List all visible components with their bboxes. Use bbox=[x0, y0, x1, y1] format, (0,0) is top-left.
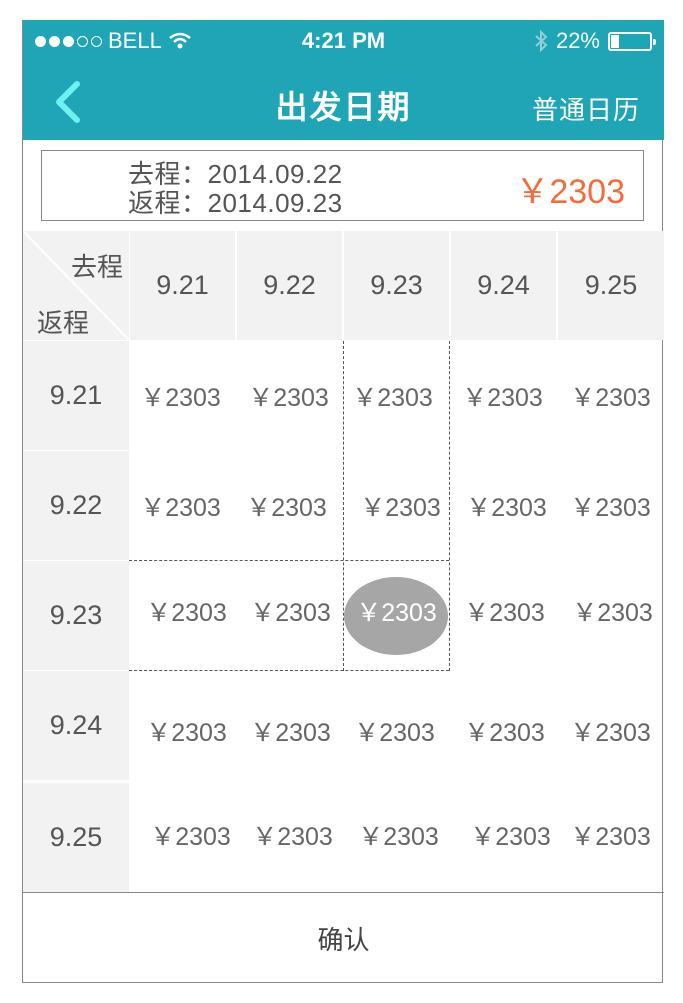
regular-calendar-button[interactable]: 普通日历 bbox=[532, 90, 640, 127]
col-header: 9.22 bbox=[237, 231, 342, 340]
price-cell[interactable]: ￥2303 bbox=[137, 780, 244, 889]
price-cell[interactable]: ￥2303 bbox=[133, 676, 240, 785]
phone-screen: BELL 4:21 PM 22% 出发日期 普通日历 去程：2014.09.22… bbox=[22, 20, 666, 983]
col-header: 9.21 bbox=[130, 231, 235, 340]
corner-return-label: 返程 bbox=[37, 308, 90, 338]
price-cell[interactable]: ￥2303 bbox=[341, 676, 448, 785]
price-cell[interactable]: ￥2303 bbox=[237, 676, 344, 785]
price-cell[interactable]: ￥2303 bbox=[339, 341, 446, 450]
price-cell[interactable]: ￥2303 bbox=[239, 780, 346, 889]
nav-bar: 出发日期 普通日历 bbox=[23, 60, 664, 140]
price-cell[interactable]: ￥2303 bbox=[457, 780, 564, 889]
row-header: 9.21 bbox=[23, 341, 129, 450]
selection-guide bbox=[129, 670, 449, 671]
price-cell[interactable]: ￥2303 bbox=[127, 341, 234, 450]
row-header: 9.23 bbox=[23, 561, 129, 670]
col-header: 9.25 bbox=[558, 231, 664, 340]
price-cell[interactable]: ￥2303 bbox=[557, 341, 664, 450]
price-cell-selected[interactable]: ￥2303 bbox=[343, 556, 450, 665]
price-cell[interactable]: ￥2303 bbox=[347, 451, 454, 560]
trip-summary: 去程：2014.09.22 返程：2014.09.23 ￥2303 bbox=[41, 150, 644, 221]
price-cell[interactable]: ￥2303 bbox=[451, 676, 558, 785]
row-header: 9.24 bbox=[23, 671, 129, 780]
price-cell[interactable]: ￥2303 bbox=[345, 780, 452, 889]
price-cell[interactable]: ￥2303 bbox=[559, 556, 666, 665]
price-cell[interactable]: ￥2303 bbox=[557, 676, 664, 785]
row-header: 9.22 bbox=[23, 451, 129, 560]
battery-fill bbox=[611, 34, 619, 48]
bluetooth-icon bbox=[535, 30, 548, 52]
battery-percent: 22% bbox=[555, 28, 600, 53]
price-cell[interactable]: ￥2303 bbox=[233, 451, 340, 560]
price-cell[interactable]: ￥2303 bbox=[453, 451, 560, 560]
price-cell[interactable]: ￥2303 bbox=[235, 341, 342, 450]
row-header: 9.25 bbox=[23, 783, 129, 892]
price-cell[interactable]: ￥2303 bbox=[133, 556, 240, 665]
battery-icon bbox=[608, 31, 656, 51]
price-cell[interactable]: ￥2303 bbox=[237, 556, 344, 665]
col-header: 9.23 bbox=[344, 231, 449, 340]
confirm-button[interactable]: 确认 bbox=[23, 892, 664, 983]
price-cell[interactable]: ￥2303 bbox=[557, 780, 664, 889]
return-date: 返程：2014.09.23 bbox=[128, 188, 343, 218]
price-cell[interactable]: ￥2303 bbox=[557, 451, 664, 560]
price-cell[interactable]: ￥2303 bbox=[449, 341, 556, 450]
total-price: ￥2303 bbox=[515, 173, 625, 211]
status-bar: BELL 4:21 PM 22% bbox=[23, 20, 664, 60]
price-cell[interactable]: ￥2303 bbox=[127, 451, 234, 560]
price-cell[interactable]: ￥2303 bbox=[451, 556, 558, 665]
status-right: 22% bbox=[534, 28, 656, 54]
col-header: 9.24 bbox=[451, 231, 556, 340]
corner-outbound-label: 去程 bbox=[70, 252, 123, 282]
grid-header: 去程 返程 9.21 9.22 9.23 9.24 9.25 bbox=[23, 231, 664, 340]
grid-corner: 去程 返程 bbox=[23, 231, 129, 340]
